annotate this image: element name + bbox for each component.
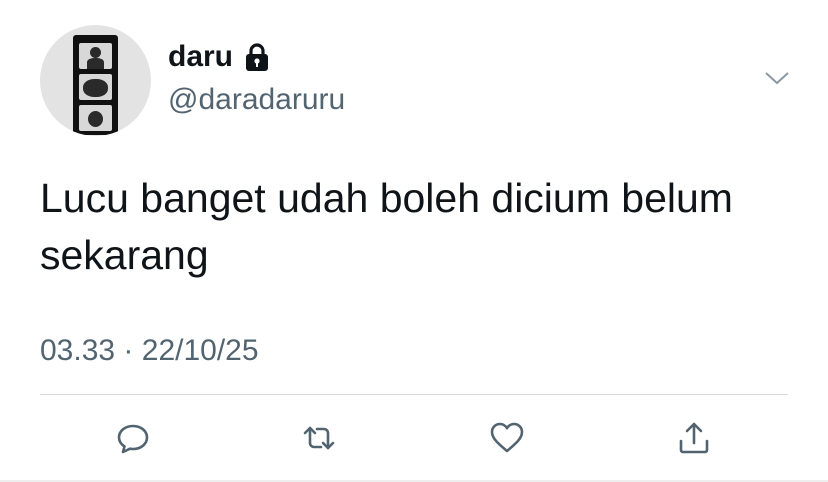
- reply-icon: [117, 424, 149, 454]
- share-icon: [679, 422, 709, 454]
- avatar-photo-strip: [73, 35, 118, 135]
- like-button[interactable]: [488, 419, 526, 457]
- avatar[interactable]: [40, 25, 151, 136]
- share-button[interactable]: [675, 419, 713, 457]
- tweet-text: Lucu banget udah boleh dicium belum seka…: [40, 175, 733, 278]
- chevron-down-icon[interactable]: [764, 68, 790, 88]
- retweet-icon: [303, 426, 335, 450]
- reply-button[interactable]: [114, 419, 152, 457]
- retweet-button[interactable]: [300, 419, 338, 457]
- tweet-date[interactable]: 22/10/25: [142, 334, 259, 367]
- display-name-row[interactable]: daru: [168, 39, 271, 75]
- user-handle[interactable]: @daradaruru: [168, 82, 345, 118]
- tweet-time[interactable]: 03.33: [40, 334, 115, 367]
- lock-icon: [243, 42, 271, 72]
- timestamp-separator: ·: [123, 334, 134, 367]
- divider: [40, 394, 788, 395]
- display-name[interactable]: daru: [168, 39, 233, 75]
- heart-icon: [490, 422, 524, 453]
- tweet-timestamp[interactable]: 03.33 · 22/10/25: [40, 333, 259, 369]
